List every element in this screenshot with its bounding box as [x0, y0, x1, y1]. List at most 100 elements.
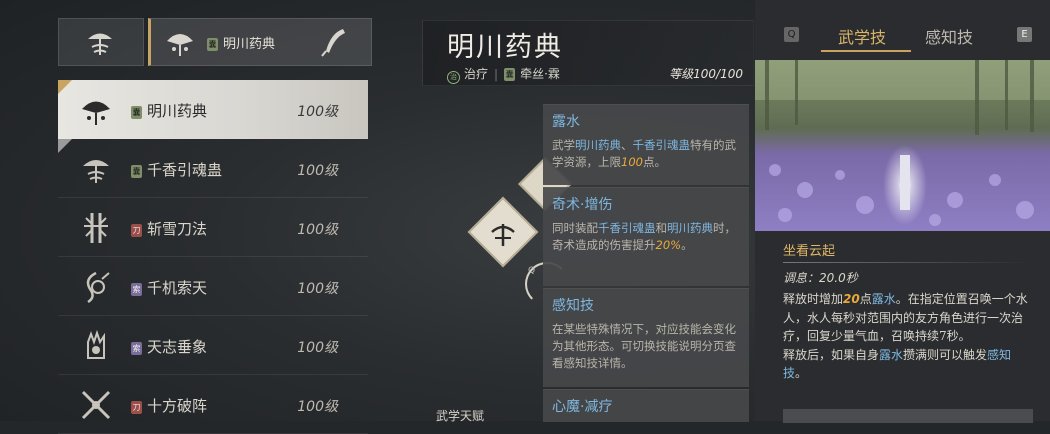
desc-text: 武学: [552, 138, 575, 152]
weapon-slot-umbrella[interactable]: [58, 18, 144, 66]
talent-section-label: 武学天赋: [436, 409, 485, 423]
desc-link: 千香引魂蛊: [632, 138, 691, 152]
tooltip-qishu: 奇术·增伤 同时装配千香引魂蛊和明川药典时，奇术造成的伤害提升20%。: [543, 187, 749, 286]
desc-text: 释放后，如果自身: [783, 347, 880, 362]
skill-name-text: 斩雪刀法: [147, 220, 208, 238]
weapon-slot-selected[interactable]: 囊明川药典: [148, 18, 372, 66]
skill-detail-panel: Q 武学技 感知技 E 坐看云起 调息：20.0秒 释放时增加20点露水。在指定…: [755, 0, 1050, 423]
desc-text: 攒满则可以触发: [903, 347, 988, 362]
skill-level: 100级: [297, 281, 338, 297]
skill-row-zhanxue[interactable]: 刀斩雪刀法 100级: [58, 198, 368, 257]
weapon-label: 牵丝·霖: [520, 67, 560, 81]
desc-text: 、: [621, 138, 633, 152]
rope-badge-icon: 索: [131, 283, 142, 296]
tooltip-title: 露水: [552, 114, 580, 130]
pouch-badge-icon: 囊: [207, 38, 218, 51]
martial-art-header: 明川药典 治治疗 | 囊牵丝·霖 等级100/100: [422, 20, 754, 86]
rope-dart-icon: [86, 271, 110, 304]
medicine-fan-icon: [167, 34, 193, 56]
skill-level: 100级: [297, 104, 338, 120]
desc-link: 千香引魂蛊: [598, 221, 656, 235]
desc-link: 明川药典: [575, 138, 621, 152]
umbrella-weapon-icon: [83, 160, 109, 183]
skill-row-shifang[interactable]: 刀十方破阵 100级: [58, 375, 368, 434]
equipped-corner-marker: [58, 80, 72, 94]
desc-text: 点。: [642, 155, 666, 169]
skill-preview-image: [755, 60, 1050, 231]
skill-name-text: 十方破阵: [147, 397, 208, 415]
desc-text: 。: [795, 366, 808, 380]
level-value: 等级100/100: [669, 67, 743, 81]
tooltip-xinmo: 心魔·减疗: [543, 389, 749, 422]
skill-level: 100级: [297, 399, 338, 415]
desc-number: 100: [621, 155, 643, 169]
selected-weapon-label: 囊明川药典: [207, 33, 275, 52]
desc-number: 20: [843, 292, 860, 306]
desc-text: 。: [681, 238, 693, 252]
desc-text: 点: [859, 292, 872, 306]
page-title: 明川药典: [447, 32, 563, 63]
skill-name-text: 明川药典: [147, 102, 208, 120]
feather-icon: [321, 29, 345, 57]
tooltip-ganzhi: 感知技 在某些特殊情况下，对应技能会变化为其他形态。可切换技能说明分页查看感知技…: [543, 288, 749, 387]
tooltip-title: 心魔·减疗: [552, 399, 613, 415]
skill-detail-title: 坐看云起: [783, 244, 836, 259]
palm-seal-icon: [87, 329, 105, 359]
skill-row-tianzhi[interactable]: 索天志垂象 100级: [58, 316, 368, 375]
desc-link: 明川药典: [667, 221, 713, 235]
skill-list: 囊明川药典 100级 囊千香引魂蛊 100级 刀斩雪刀法 100级 索千机索天 …: [58, 80, 368, 434]
skill-name-text: 天志垂象: [147, 338, 208, 356]
tab-martial-skill[interactable]: 武学技: [838, 24, 886, 48]
blade-badge-icon: 刀: [131, 401, 142, 414]
tooltip-desc: 同时装配千香引魂蛊和明川药典时，奇术造成的伤害提升20%。: [552, 220, 744, 254]
desc-number: 20%: [655, 238, 682, 252]
q-hotkey-label: Q: [528, 266, 536, 276]
skill-level: 100级: [297, 222, 338, 238]
desc-link: 露水: [879, 347, 904, 362]
skill-name: 索天志垂象: [131, 336, 207, 357]
desc-text: 同时装配: [552, 221, 598, 235]
skill-row-qianji[interactable]: 索千机索天 100级: [58, 257, 368, 316]
skill-row-qianxiang[interactable]: 囊千香引魂蛊 100级: [58, 139, 368, 198]
pouch-badge-icon: 囊: [504, 68, 516, 81]
pouch-badge-icon: 囊: [131, 165, 142, 178]
skill-row-mingchuan[interactable]: 囊明川药典 100级: [58, 80, 368, 139]
skill-name-text: 千香引魂蛊: [147, 161, 223, 179]
separator: |: [494, 67, 499, 81]
tooltip-desc: 在某些特殊情况下，对应技能会变化为其他形态。可切换技能说明分页查看感知技详情。: [552, 321, 744, 372]
pouch-badge-icon: 囊: [131, 106, 142, 119]
umbrella-weapon-icon: [88, 33, 112, 55]
skill-level: 100级: [297, 163, 338, 179]
tab-perception-skill[interactable]: 感知技: [925, 24, 973, 48]
selected-weapon-name: 明川药典: [223, 37, 276, 52]
martial-art-tags: 治治疗 | 囊牵丝·霖: [447, 65, 560, 84]
heal-role-icon: 治: [447, 71, 460, 84]
tooltip-title: 感知技: [552, 298, 594, 314]
skill-detail-desc: 释放时增加20点露水。在指定位置召唤一个水人，水人每秒对范围内的友方角色进行一次…: [783, 290, 1033, 383]
e-key-icon[interactable]: E: [1017, 27, 1032, 42]
water-skill-icon: [491, 224, 515, 246]
cooldown-text: 调息：20.0秒: [783, 269, 858, 286]
cooldown-value: 调息：20.0秒: [783, 271, 858, 285]
skill-name: 囊明川药典: [131, 100, 207, 121]
desc-link: 露水: [871, 292, 896, 306]
tooltip-title: 奇术·增伤: [552, 197, 613, 213]
role-label: 治疗: [464, 67, 489, 81]
skill-name: 刀十方破阵: [131, 395, 207, 416]
skill-name: 索千机索天: [131, 277, 207, 298]
divider: [783, 262, 1029, 263]
desc-text: 和: [655, 221, 668, 235]
tooltip-lushui: 露水 武学明川药典、千香引魂蛊特有的武学资源，上限100点。: [543, 104, 749, 185]
equipped-corner-marker: [58, 139, 72, 153]
twin-blades-icon: [84, 213, 108, 243]
blade-badge-icon: 刀: [131, 224, 142, 237]
active-tab-underline: [821, 50, 911, 52]
skill-level: 100级: [297, 340, 338, 356]
medicine-fan-icon: [82, 101, 110, 125]
tooltip-desc: 武学明川药典、千香引魂蛊特有的武学资源，上限100点。: [552, 137, 744, 171]
q-key-icon[interactable]: Q: [784, 27, 799, 42]
skill-name: 刀斩雪刀法: [131, 218, 207, 239]
level-label: 等级100/100: [669, 65, 743, 82]
rope-badge-icon: 索: [131, 342, 142, 355]
skill-name-text: 千机索天: [147, 279, 208, 297]
